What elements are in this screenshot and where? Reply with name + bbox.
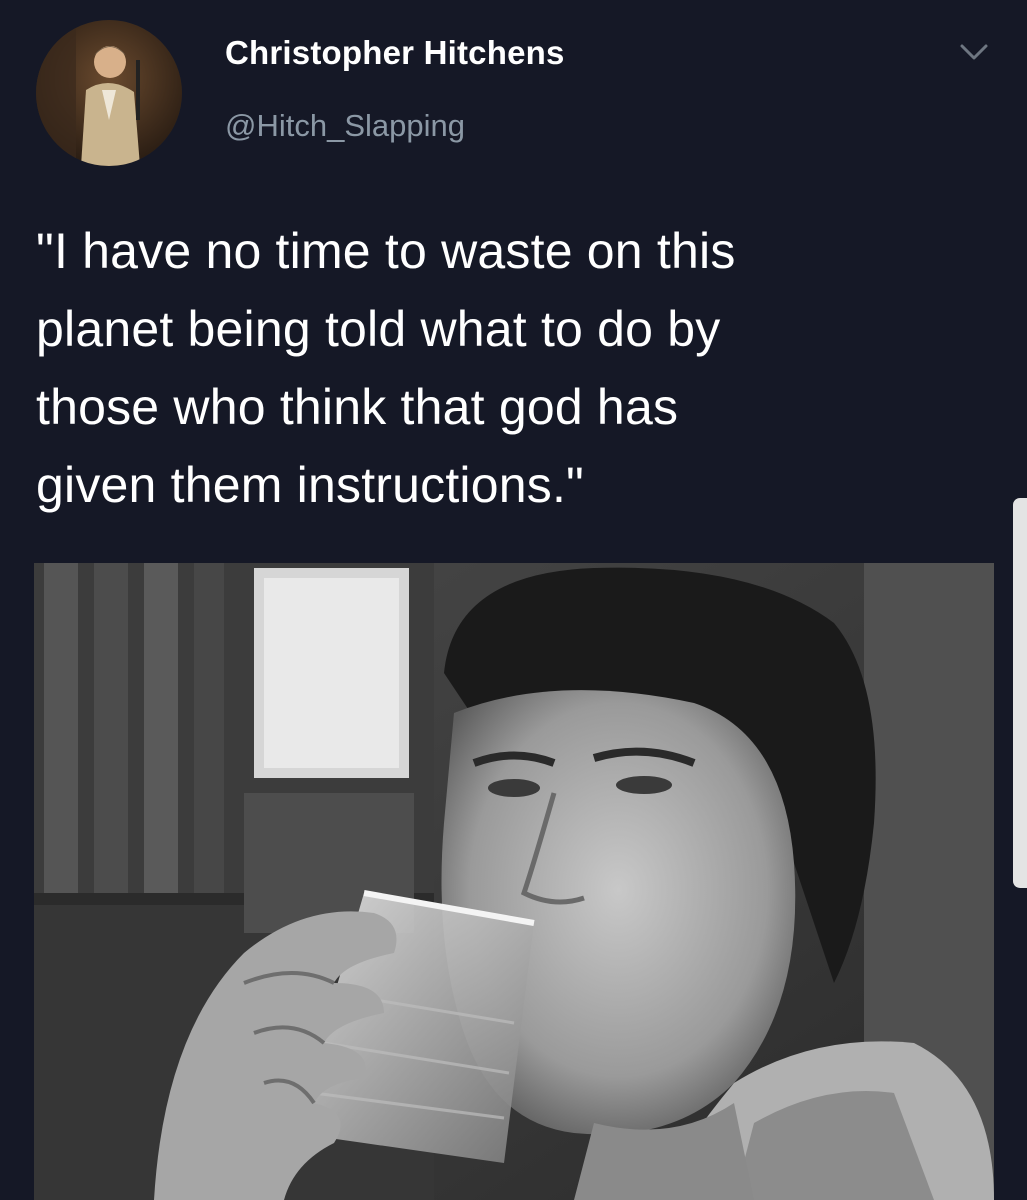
tweet-card: Christopher Hitchens @Hitch_Slapping "I …	[0, 0, 1027, 1200]
photo-image	[34, 563, 994, 1200]
tweet-photo[interactable]	[34, 563, 994, 1200]
page-scrollbar[interactable]	[1013, 498, 1027, 888]
avatar-image	[36, 20, 182, 166]
author-handle: @Hitch_Slapping	[225, 108, 465, 143]
author-avatar[interactable]	[36, 20, 182, 166]
tweet-text: "I have no time to waste on this planet …	[36, 223, 736, 513]
chevron-down-icon[interactable]	[956, 38, 992, 66]
author-display-name[interactable]: Christopher Hitchens	[225, 34, 565, 72]
